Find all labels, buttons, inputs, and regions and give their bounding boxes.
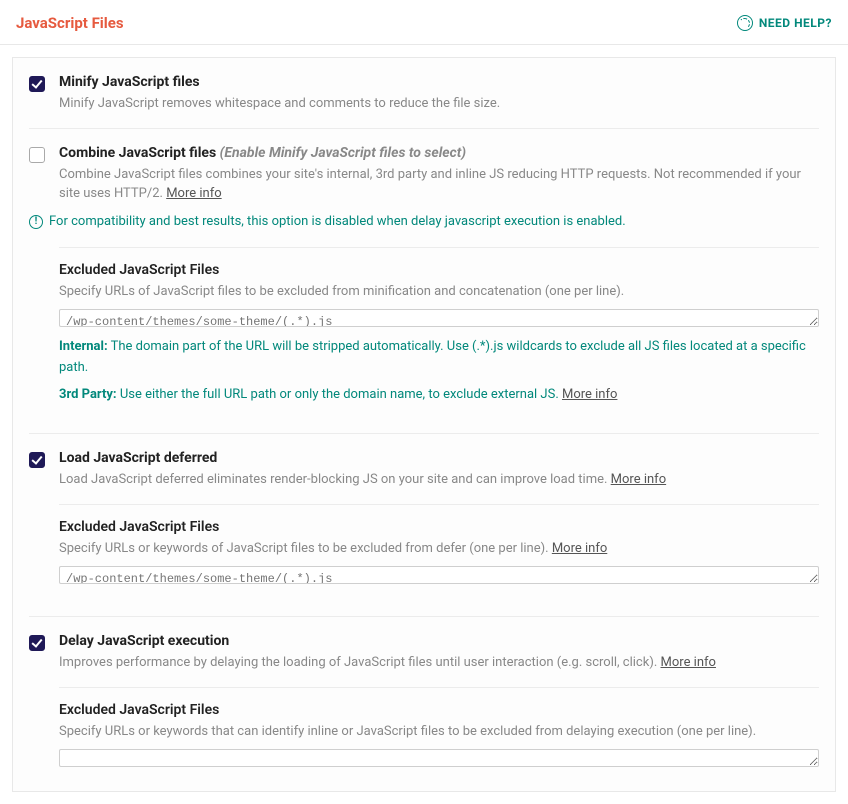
excluded-defer-block: Excluded JavaScript Files Specify URLs o… [13,505,835,599]
excluded-note-3rdparty: 3rd Party: Use either the full URL path … [59,385,819,406]
excluded-delay-block: Excluded JavaScript Files Specify URLs o… [13,688,835,792]
combine-title: Combine JavaScript files (Enable Minify … [59,145,819,161]
excluded-title: Excluded JavaScript Files [59,519,819,535]
page-title: JavaScript Files [16,14,124,32]
need-help-link[interactable]: NEED HELP? [737,15,832,31]
excluded-title: Excluded JavaScript Files [59,262,819,278]
setting-delay: Delay JavaScript execution Improves perf… [13,617,835,673]
lifebuoy-icon [737,15,753,31]
combine-title-text: Combine JavaScript files [59,145,216,161]
delay-desc-text: Improves performance by delaying the loa… [59,655,661,670]
defer-checkbox[interactable] [29,452,45,468]
excluded-note-internal: Internal: The domain part of the URL wil… [59,337,819,379]
excluded-desc: Specify URLs of JavaScript files to be e… [59,282,819,302]
note-3rd-text: Use either the full URL path or only the… [117,387,562,402]
excluded-combine-textarea[interactable] [59,309,819,327]
header-bar: JavaScript Files NEED HELP? [0,0,848,45]
excluded-desc: Specify URLs or keywords that can identi… [59,722,819,742]
settings-panel: Minify JavaScript files Minify JavaScrip… [12,57,836,792]
delay-checkbox[interactable] [29,635,45,651]
need-help-label: NEED HELP? [759,16,832,30]
info-icon: ! [29,215,43,229]
delay-more-info[interactable]: More info [661,655,716,670]
setting-minify: Minify JavaScript files Minify JavaScrip… [13,58,835,114]
excluded-combine-block: Excluded JavaScript Files Specify URLs o… [13,248,835,416]
defer-desc: Load JavaScript deferred eliminates rend… [59,470,819,490]
defer-title: Load JavaScript deferred [59,450,819,466]
delay-desc: Improves performance by delaying the loa… [59,653,819,673]
setting-combine: Combine JavaScript files (Enable Minify … [13,129,835,204]
note-internal-label: Internal: [59,339,108,354]
delay-title: Delay JavaScript execution [59,633,819,649]
excluded1-more-info[interactable]: More info [562,387,617,402]
note-3rd-label: 3rd Party: [59,387,117,402]
combine-desc: Combine JavaScript files combines your s… [59,165,819,204]
combine-checkbox[interactable] [29,147,45,163]
minify-checkbox[interactable] [29,76,45,92]
combine-notice-text: For compatibility and best results, this… [49,214,626,229]
minify-title: Minify JavaScript files [59,74,819,90]
excluded-defer-textarea[interactable] [59,566,819,584]
combine-more-info[interactable]: More info [166,186,221,201]
excluded2-desc-text: Specify URLs or keywords of JavaScript f… [59,541,552,556]
excluded-desc: Specify URLs or keywords of JavaScript f… [59,539,819,559]
defer-more-info[interactable]: More info [611,472,666,487]
excluded2-more-info[interactable]: More info [552,541,607,556]
defer-desc-text: Load JavaScript deferred eliminates rend… [59,472,611,487]
combine-hint: (Enable Minify JavaScript files to selec… [220,145,466,161]
excluded-title: Excluded JavaScript Files [59,702,819,718]
combine-notice: ! For compatibility and best results, th… [13,214,835,233]
minify-desc: Minify JavaScript removes whitespace and… [59,94,819,114]
setting-defer: Load JavaScript deferred Load JavaScript… [13,434,835,490]
note-internal-text: The domain part of the URL will be strip… [59,339,806,375]
